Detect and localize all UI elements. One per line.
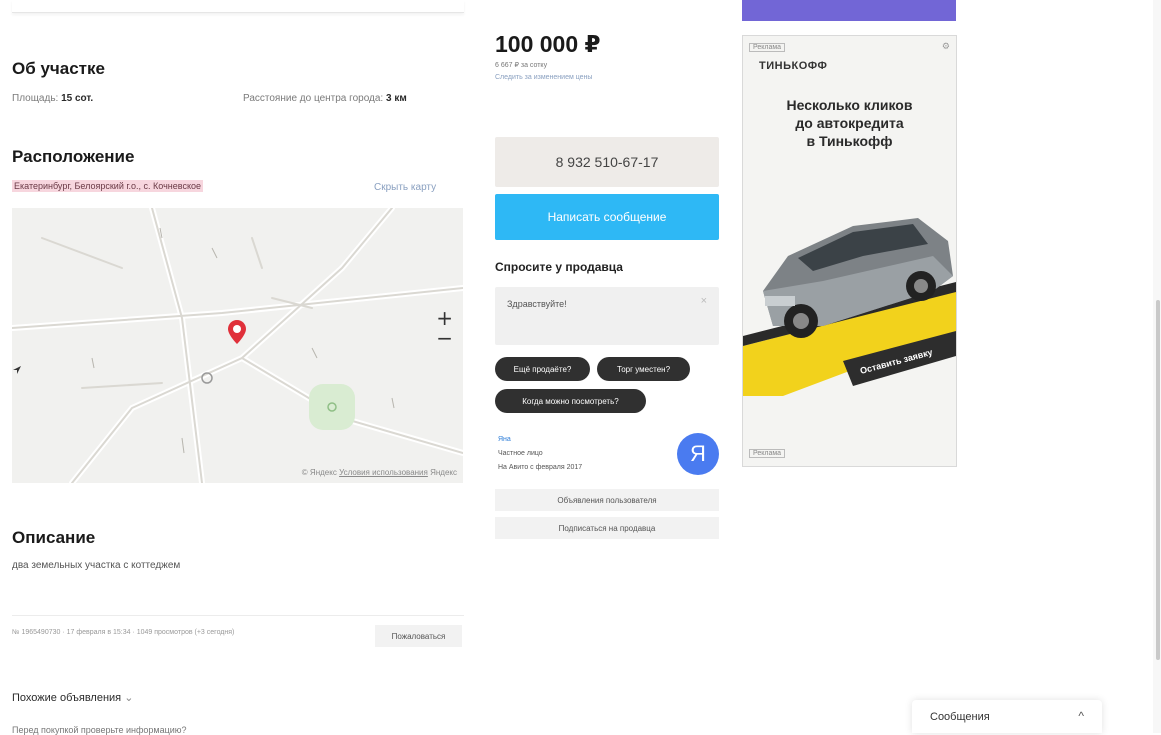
description-section-title: Описание [12, 528, 96, 547]
ask-seller-input[interactable]: Здравствуйте! × [495, 287, 719, 345]
price: 100 000 ₽ [495, 31, 601, 57]
map[interactable]: + − © Яндекс Условия использования Яндек… [12, 208, 463, 483]
report-button[interactable]: Пожаловаться [375, 625, 462, 647]
seller-other-ads-button[interactable]: Объявления пользователя [495, 489, 719, 511]
ad-label: Реклама [749, 43, 786, 52]
ad-settings-icon[interactable]: ⚙ [942, 41, 950, 52]
hide-map-link[interactable]: Скрыть карту [374, 182, 436, 193]
plot-distance-value: 3 км [386, 93, 407, 104]
map-terms-link[interactable]: Условия использования [339, 468, 428, 477]
ad-brand-logo: ТИНЬКОФФ [759, 60, 828, 72]
poi-icon [201, 372, 213, 384]
ask-seller-title: Спросите у продавца [495, 260, 623, 274]
description-divider [12, 615, 464, 616]
ad-headline: Несколько кликов до автокредита в Тинько… [786, 97, 913, 149]
plot-distance-label: Расстояние до центра города: [243, 93, 384, 104]
quick-question-chip[interactable]: Ещё продаёте? [495, 357, 590, 381]
ad-meta: № 1965490730 · 17 февраля в 15:34 · 1049… [12, 629, 235, 636]
plot-distance: Расстояние до центра города: 3 км [243, 93, 407, 104]
seller-avatar[interactable]: Я [677, 433, 719, 475]
messenger-label: Сообщения [930, 711, 990, 723]
plot-area-value: 15 сот. [61, 93, 94, 104]
ad-banner[interactable]: Реклама ⚙ ТИНЬКОФФ Несколько кликов до а… [742, 35, 957, 467]
plot-area-label: Площадь: [12, 93, 59, 104]
quick-question-chip[interactable]: Торг уместен? [597, 357, 690, 381]
map-roads [12, 208, 463, 483]
similar-ads-label: Похожие объявления [12, 692, 122, 704]
ask-seller-input-text: Здравствуйте! [507, 299, 567, 309]
messenger-widget[interactable]: Сообщения ^ [912, 700, 1102, 733]
ad-bottom-label: Реклама [749, 449, 786, 458]
seller-since: На Авито с февраля 2017 [498, 464, 583, 471]
seller-type: Частное лицо [498, 450, 543, 457]
location-section-title: Расположение [12, 147, 135, 166]
show-phone-button[interactable]: 8 932 510-67-17 [495, 137, 719, 187]
seller-name-link[interactable]: Яна [498, 436, 511, 443]
plot-area: Площадь: 15 сот. [12, 93, 93, 104]
geolocation-arrow-icon[interactable] [12, 365, 22, 375]
location-pin-icon [228, 320, 246, 344]
map-zoom-out-button[interactable]: − [436, 326, 453, 350]
map-footer-brand: © Яндекс [301, 468, 337, 477]
chevron-up-icon[interactable]: ^ [1078, 709, 1084, 723]
similar-ads-question: Перед покупкой проверьте информацию? [12, 725, 187, 735]
subscribe-seller-button[interactable]: Подписаться на продавца [495, 517, 719, 539]
map-footer: © Яндекс Условия использования Яндекс [302, 468, 457, 477]
similar-ads-title[interactable]: Похожие объявления ⌄ [12, 691, 133, 704]
clear-icon[interactable]: × [701, 295, 707, 307]
quick-question-chip[interactable]: Когда можно посмотреть? [495, 389, 646, 413]
car-image: Оставить заявку [743, 218, 956, 396]
location-address[interactable]: Екатеринбург, Белоярский г.о., с. Кочнев… [12, 180, 204, 192]
plot-section-title: Об участке [12, 59, 105, 78]
price-history-link[interactable]: Следить за изменением цены [495, 74, 592, 81]
park-icon [327, 402, 337, 412]
chevron-down-icon: ⌄ [124, 692, 134, 704]
scrollbar-thumb[interactable] [1156, 300, 1160, 660]
price-per-unit: 6 667 ₽ за сотку [495, 62, 548, 69]
description-text: два земельных участка с коттеджем [12, 560, 181, 571]
ad-top-banner[interactable] [742, 0, 956, 21]
map-yandex-link[interactable]: Яндекс [430, 468, 457, 477]
write-message-button[interactable]: Написать сообщение [495, 194, 719, 240]
top-divider [12, 0, 464, 13]
